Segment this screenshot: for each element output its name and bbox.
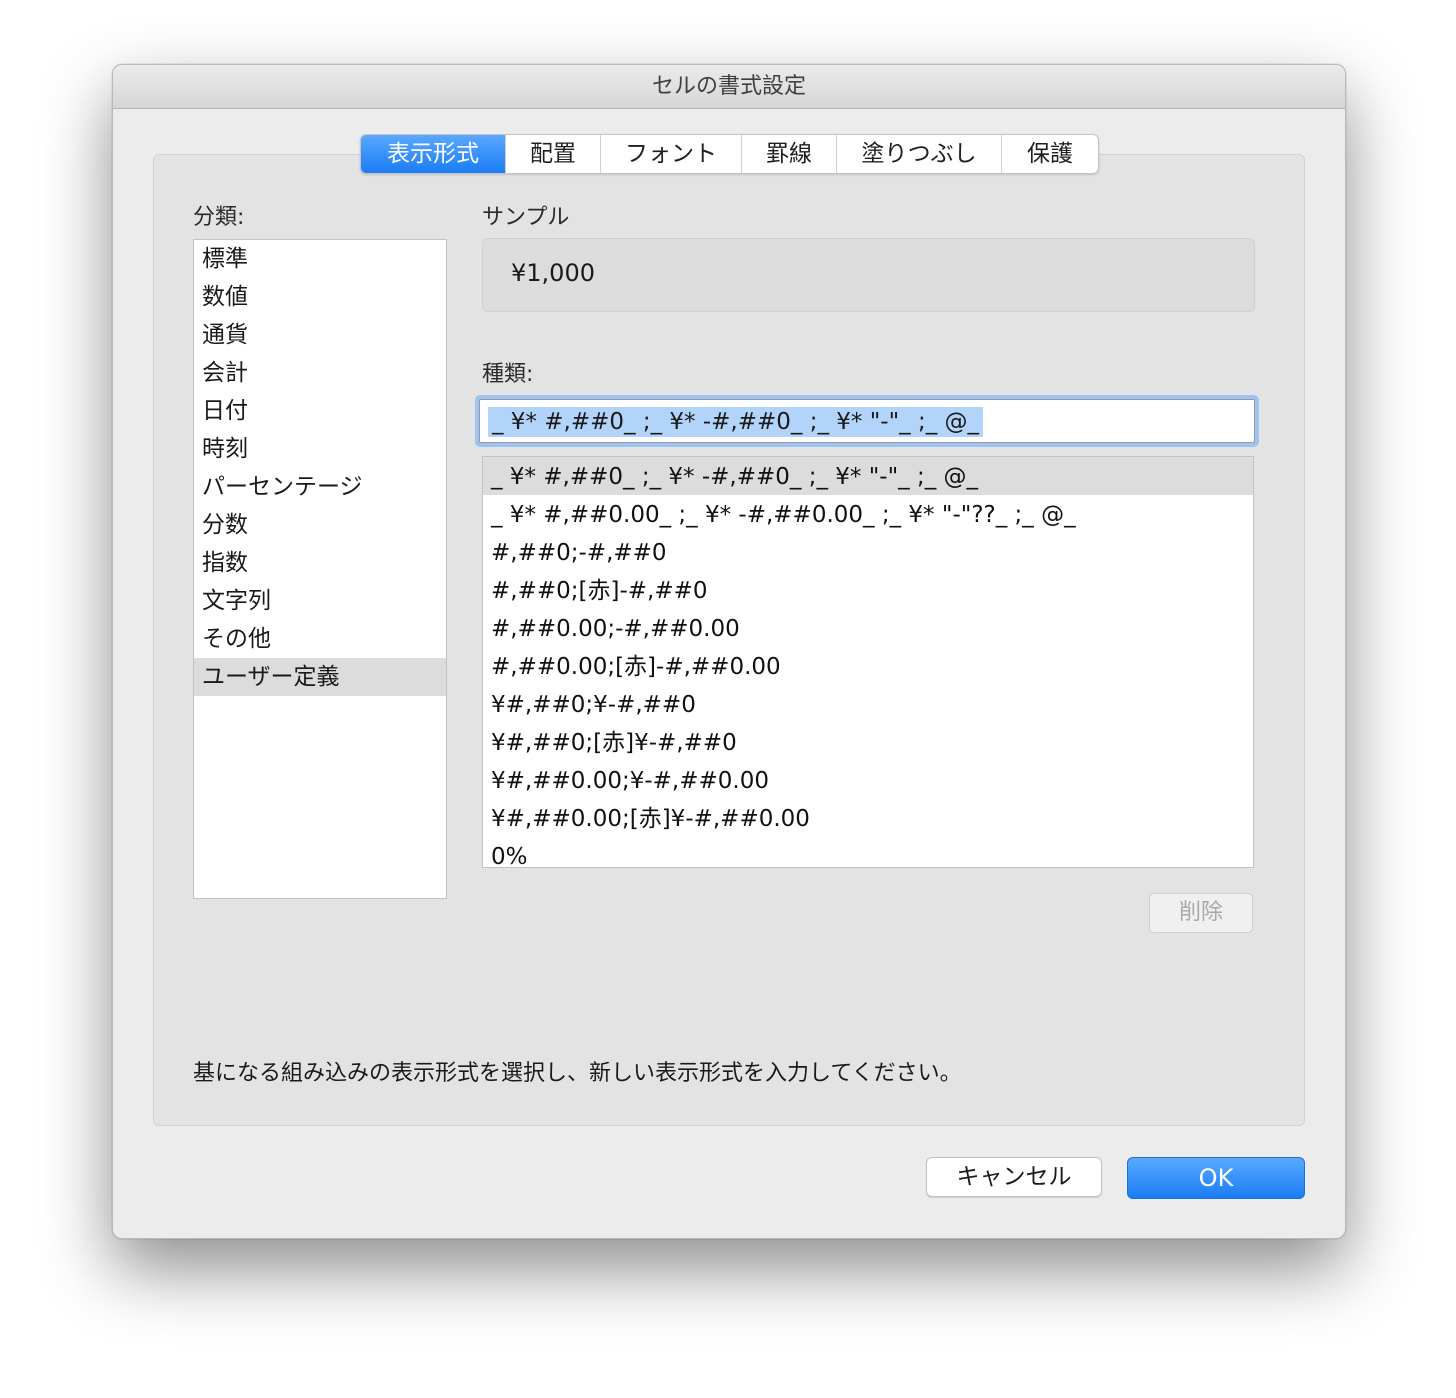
format-list-item[interactable]: ¥#,##0;¥-#,##0 xyxy=(483,685,1253,723)
category-item-percentage[interactable]: パーセンテージ xyxy=(194,468,446,506)
category-item-special[interactable]: その他 xyxy=(194,620,446,658)
tab-protection[interactable]: 保護 xyxy=(1002,135,1098,173)
format-list-item[interactable]: #,##0.00;[赤]-#,##0.00 xyxy=(483,647,1253,685)
format-list-item[interactable]: _ ¥* #,##0.00_ ;_ ¥* -#,##0.00_ ;_ ¥* "-… xyxy=(483,495,1253,533)
window-title: セルの書式設定 xyxy=(113,65,1345,109)
cancel-button[interactable]: キャンセル xyxy=(926,1157,1102,1197)
tab-alignment[interactable]: 配置 xyxy=(506,135,601,173)
format-list-item[interactable]: #,##0;[赤]-#,##0 xyxy=(483,571,1253,609)
category-item-custom[interactable]: ユーザー定義 xyxy=(194,658,446,696)
format-code-input[interactable]: _ ¥* #,##0_ ;_ ¥* -#,##0_ ;_ ¥* "-"_ ;_ … xyxy=(479,399,1255,443)
category-item-date[interactable]: 日付 xyxy=(194,392,446,430)
category-item-time[interactable]: 時刻 xyxy=(194,430,446,468)
category-list[interactable]: 標準 数値 通貨 会計 日付 時刻 パーセンテージ 分数 指数 文字列 その他 … xyxy=(193,239,447,899)
category-item-number[interactable]: 数値 xyxy=(194,278,446,316)
format-code-input-value: _ ¥* #,##0_ ;_ ¥* -#,##0_ ;_ ¥* "-"_ ;_ … xyxy=(488,407,984,437)
tab-number-format[interactable]: 表示形式 xyxy=(361,135,506,173)
category-item-text[interactable]: 文字列 xyxy=(194,582,446,620)
sample-value: ¥1,000 xyxy=(511,259,595,287)
sample-label: サンプル xyxy=(482,205,570,230)
delete-button[interactable]: 削除 xyxy=(1149,893,1253,933)
tab-fill[interactable]: 塗りつぶし xyxy=(837,135,1002,173)
ok-button[interactable]: OK xyxy=(1127,1157,1305,1199)
category-label: 分類: xyxy=(193,205,245,230)
format-code-list[interactable]: _ ¥* #,##0_ ;_ ¥* -#,##0_ ;_ ¥* "-"_ ;_ … xyxy=(482,456,1254,868)
format-list-item[interactable]: ¥#,##0.00;¥-#,##0.00 xyxy=(483,761,1253,799)
tab-border[interactable]: 罫線 xyxy=(742,135,837,173)
category-item-currency[interactable]: 通貨 xyxy=(194,316,446,354)
tab-bar: 表示形式 配置 フォント 罫線 塗りつぶし 保護 xyxy=(360,134,1099,174)
format-list-item[interactable]: ¥#,##0;[赤]¥-#,##0 xyxy=(483,723,1253,761)
format-list-item[interactable]: #,##0.00;-#,##0.00 xyxy=(483,609,1253,647)
format-cells-dialog: セルの書式設定 表示形式 配置 フォント 罫線 塗りつぶし 保護 分類: 標準 … xyxy=(112,64,1346,1239)
instruction-text: 基になる組み込みの表示形式を選択し、新しい表示形式を入力してください。 xyxy=(193,1061,962,1086)
format-list-item[interactable]: ¥#,##0.00;[赤]¥-#,##0.00 xyxy=(483,799,1253,837)
type-label: 種類: xyxy=(482,362,534,387)
format-list-item[interactable]: #,##0;-#,##0 xyxy=(483,533,1253,571)
format-list-item[interactable]: _ ¥* #,##0_ ;_ ¥* -#,##0_ ;_ ¥* "-"_ ;_ … xyxy=(483,457,1253,495)
tab-font[interactable]: フォント xyxy=(601,135,742,173)
sample-preview-box: ¥1,000 xyxy=(482,238,1255,312)
category-item-general[interactable]: 標準 xyxy=(194,240,446,278)
category-item-scientific[interactable]: 指数 xyxy=(194,544,446,582)
format-list-item[interactable]: 0% xyxy=(483,837,1253,867)
category-item-fraction[interactable]: 分数 xyxy=(194,506,446,544)
category-item-accounting[interactable]: 会計 xyxy=(194,354,446,392)
